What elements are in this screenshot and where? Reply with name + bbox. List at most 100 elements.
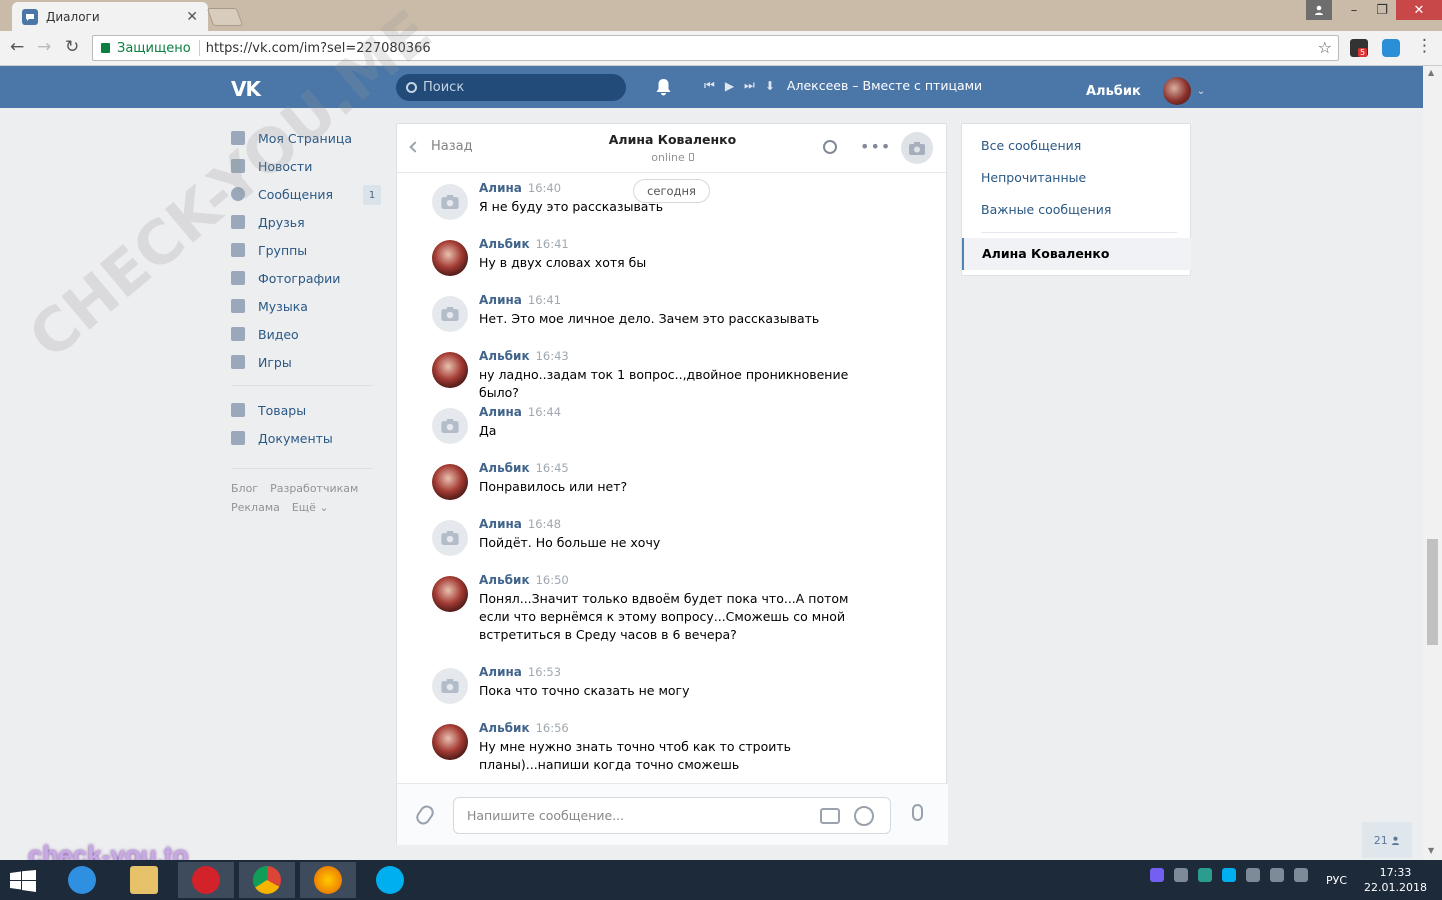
taskbar-chrome[interactable] — [239, 862, 295, 898]
message-time[interactable]: 16:53 — [528, 665, 561, 679]
chrome-menu-icon[interactable]: ⋮ — [1416, 36, 1433, 56]
message-time[interactable]: 16:40 — [528, 181, 561, 195]
profile-icon[interactable] — [1306, 0, 1332, 20]
menu-item-documents[interactable]: Документы — [231, 424, 381, 452]
message-time[interactable]: 16:44 — [528, 405, 561, 419]
tray-shield-icon[interactable] — [1198, 868, 1212, 882]
microphone-icon[interactable] — [912, 804, 923, 821]
download-icon[interactable]: ⬇ — [765, 79, 775, 93]
tab-close-icon[interactable]: ✕ — [186, 9, 198, 25]
camera-avatar-icon[interactable] — [432, 296, 468, 332]
message-time[interactable]: 16:50 — [536, 573, 569, 587]
message-author[interactable]: Альбик 16:43 — [479, 349, 569, 363]
close-window-button[interactable]: ✕ — [1396, 0, 1442, 20]
message-author[interactable]: Альбик 16:41 — [479, 237, 569, 251]
message-time[interactable]: 16:41 — [536, 237, 569, 251]
search-icon — [406, 82, 417, 93]
windows-start-icon[interactable] — [10, 870, 36, 892]
scroll-up-icon[interactable]: ▲ — [1428, 68, 1434, 77]
message-avatar[interactable] — [432, 724, 468, 760]
message-time[interactable]: 16:48 — [528, 517, 561, 531]
play-icon[interactable]: ▶ — [725, 79, 734, 93]
menu-item-music[interactable]: Музыка — [231, 292, 381, 320]
back-arrow-icon[interactable]: ← — [10, 37, 24, 57]
scroll-down-icon[interactable]: ▼ — [1428, 846, 1434, 855]
emoji-icon[interactable] — [854, 806, 874, 826]
message-time[interactable]: 16:41 — [528, 293, 561, 307]
taskbar-skype[interactable] — [362, 862, 418, 898]
online-friends-button[interactable]: 21 — [1362, 822, 1412, 858]
menu-item-groups[interactable]: Группы — [231, 236, 381, 264]
message-author[interactable]: Альбик 16:56 — [479, 721, 569, 735]
restore-button[interactable]: ❐ — [1368, 0, 1396, 20]
bookmark-star-icon[interactable]: ☆ — [1318, 38, 1332, 57]
more-icon[interactable]: ••• — [860, 137, 891, 156]
footer-more-link[interactable]: Ещё ⌄ — [292, 501, 329, 514]
taskbar-firefox[interactable] — [300, 862, 356, 898]
search-input[interactable]: Поиск — [396, 74, 626, 101]
language-indicator[interactable]: РУС — [1326, 874, 1347, 887]
message-author[interactable]: Алина 16:48 — [479, 517, 561, 531]
camera-icon[interactable] — [820, 808, 840, 824]
tray-app-icon[interactable] — [1174, 868, 1188, 882]
camera-avatar-icon[interactable] — [432, 520, 468, 556]
message-avatar[interactable] — [432, 352, 468, 388]
browser-tab[interactable]: Диалоги ✕ — [12, 2, 208, 31]
shield-extension-icon[interactable] — [1382, 39, 1400, 57]
clock[interactable]: 17:33 22.01.2018 — [1364, 865, 1427, 895]
camera-avatar-icon[interactable] — [432, 668, 468, 704]
tray-skype-icon[interactable] — [1222, 868, 1236, 882]
reload-icon[interactable]: ↻ — [65, 37, 79, 57]
message-author[interactable]: Альбик 16:45 — [479, 461, 569, 475]
viber-icon[interactable] — [1150, 868, 1164, 882]
minimize-button[interactable]: – — [1340, 0, 1368, 20]
camera-avatar-icon[interactable] — [432, 408, 468, 444]
taskbar-opera[interactable] — [178, 862, 234, 898]
address-bar[interactable]: Защищено https://vk.com/im?sel=227080366… — [92, 35, 1339, 61]
menu-item-goods[interactable]: Товары — [231, 396, 381, 424]
attach-icon[interactable] — [413, 802, 437, 828]
message-avatar[interactable] — [432, 240, 468, 276]
message-time[interactable]: 16:56 — [536, 721, 569, 735]
message-avatar[interactable] — [432, 464, 468, 500]
tray-security-icon[interactable] — [1246, 868, 1260, 882]
filter-unread[interactable]: Непрочитанные — [981, 170, 1086, 185]
page-scrollbar[interactable]: ▲ ▼ — [1423, 66, 1442, 860]
message-author[interactable]: Алина 16:41 — [479, 293, 561, 307]
current-track[interactable]: Алексеев – Вместе с птицами — [787, 78, 982, 93]
network-icon[interactable] — [1270, 868, 1284, 882]
menu-item-video[interactable]: Видео — [231, 320, 381, 348]
message-time[interactable]: 16:45 — [536, 461, 569, 475]
message-author[interactable]: Алина 16:40 — [479, 181, 561, 195]
camera-avatar-icon[interactable] — [432, 184, 468, 220]
menu-item-friends[interactable]: Друзья — [231, 208, 381, 236]
message-avatar[interactable] — [432, 576, 468, 612]
message-author[interactable]: Алина 16:44 — [479, 405, 561, 419]
menu-item-games[interactable]: Игры — [231, 348, 381, 376]
taskbar-ie[interactable] — [54, 862, 110, 898]
dialog-search-icon[interactable] — [823, 140, 837, 154]
vk-logo[interactable]: VK — [231, 77, 261, 101]
message-author[interactable]: Альбик 16:50 — [479, 573, 569, 587]
footer-ads-link[interactable]: Реклама — [231, 501, 280, 514]
new-tab-button[interactable] — [206, 8, 244, 26]
dialog-avatar-camera-icon[interactable] — [901, 132, 933, 164]
scroll-thumb[interactable] — [1427, 539, 1438, 645]
taskbar-explorer[interactable] — [116, 862, 172, 898]
filter-important[interactable]: Важные сообщения — [981, 202, 1111, 217]
message-author[interactable]: Алина 16:53 — [479, 665, 561, 679]
previous-track-icon[interactable]: ⏮ — [704, 78, 715, 93]
message-input[interactable]: Напишите сообщение... — [453, 797, 891, 834]
next-track-icon[interactable]: ⏭ — [744, 78, 755, 93]
user-menu[interactable]: Альбик ⌄ — [1086, 77, 1205, 105]
volume-icon[interactable] — [1294, 868, 1308, 882]
footer-dev-link[interactable]: Разработчикам — [270, 482, 358, 495]
filter-all-messages[interactable]: Все сообщения — [981, 138, 1081, 153]
menu-item-photos[interactable]: Фотографии — [231, 264, 381, 292]
selected-dialog[interactable]: Алина Коваленко — [962, 238, 1191, 270]
bell-icon[interactable] — [655, 78, 672, 96]
extension-icon[interactable]: 5 — [1350, 39, 1368, 57]
forward-arrow-icon[interactable]: → — [37, 37, 51, 57]
message-time[interactable]: 16:43 — [536, 349, 569, 363]
footer-blog-link[interactable]: Блог — [231, 482, 258, 495]
